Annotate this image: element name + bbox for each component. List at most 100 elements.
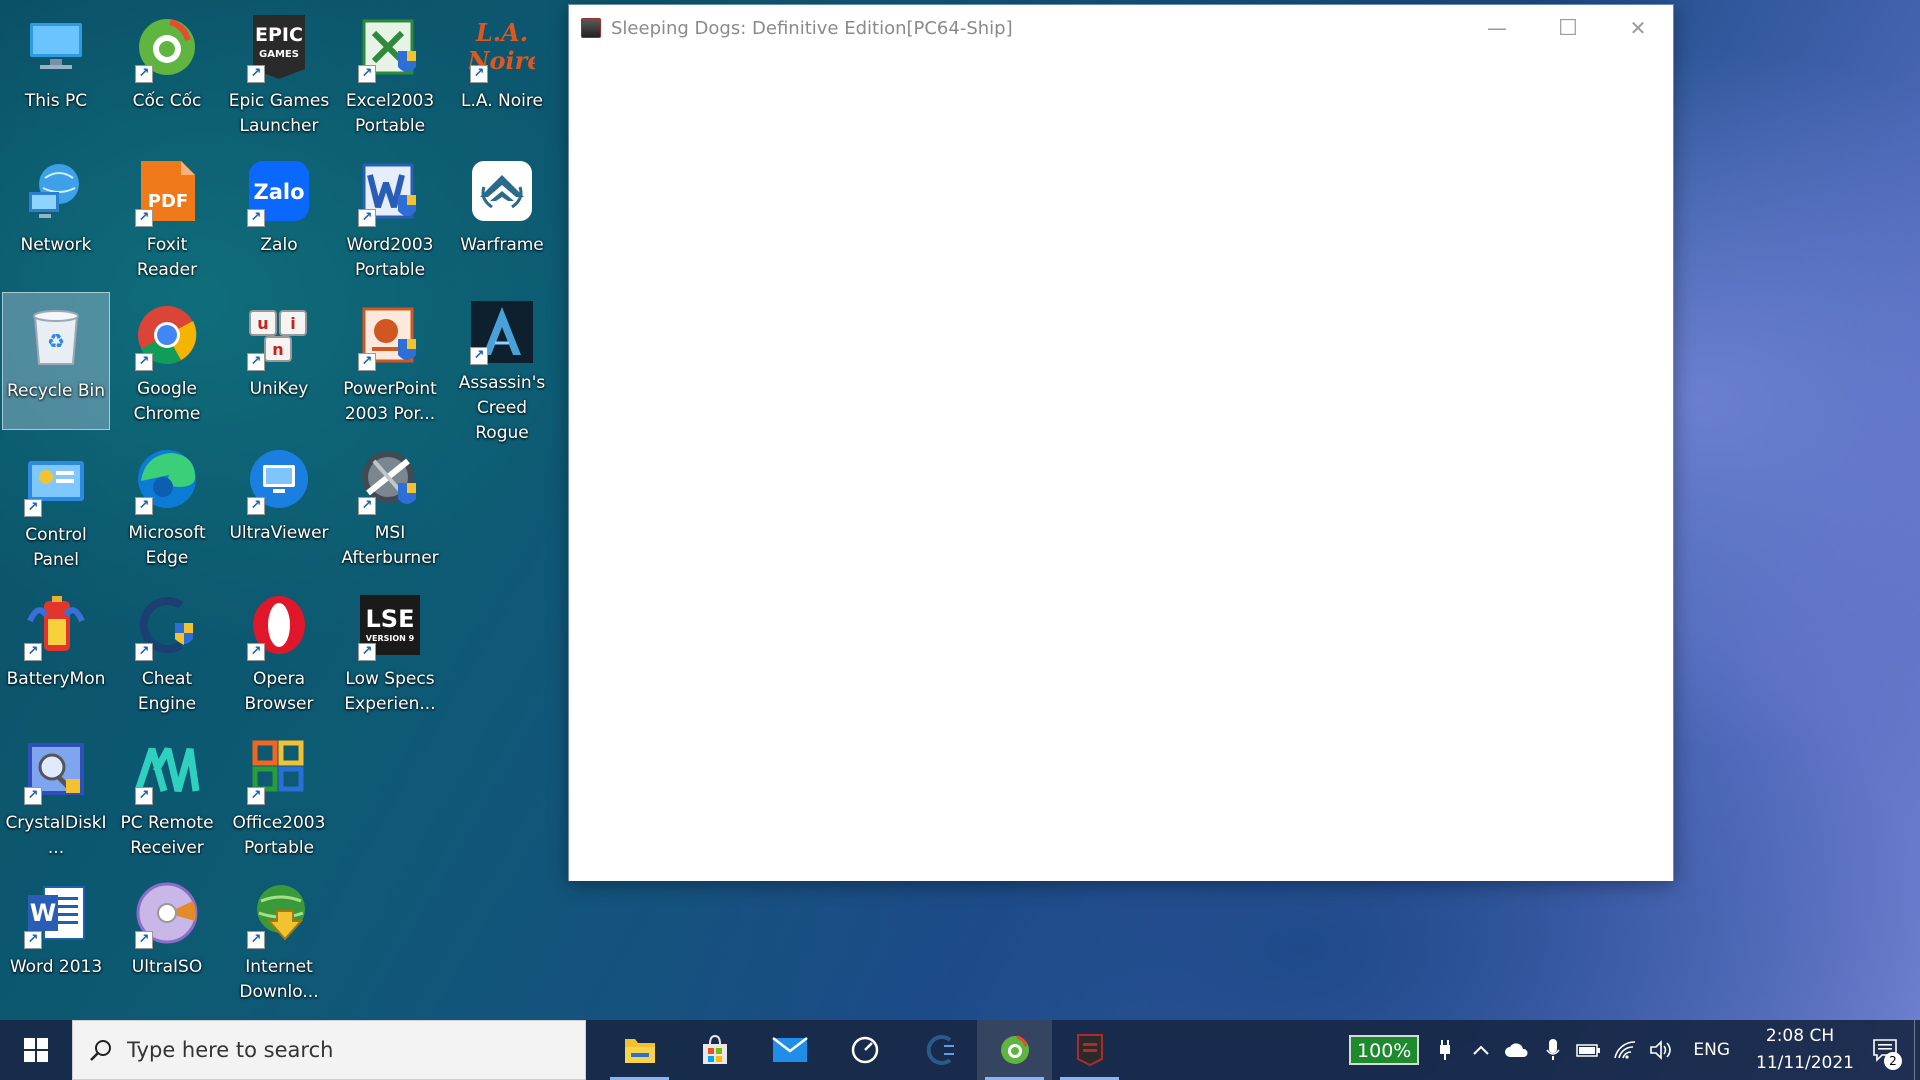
desktop-icon-low-specs-experience[interactable]: LSE VERSION 9 ↗ Low Specs Experien... xyxy=(336,580,444,718)
shortcut-arrow-icon: ↗ xyxy=(24,787,42,805)
desktop-icon-label: BatteryMon xyxy=(6,669,106,689)
maximize-button[interactable]: ☐ xyxy=(1533,5,1603,51)
ultraviewer-icon: ↗ xyxy=(243,443,315,515)
desktop-icon-cheat-engine[interactable]: ↗ Cheat Engine xyxy=(113,580,221,718)
desktop-icon-opera-browser[interactable]: ↗ Opera Browser xyxy=(225,580,333,718)
msi-afterburner-icon xyxy=(851,1036,878,1064)
desktop-icon-epic-games-launcher[interactable]: EPIC GAMES ↗ Epic Games Launcher xyxy=(225,2,333,140)
desktop-icon-coc-coc[interactable]: ↗ Cốc Cốc xyxy=(113,2,221,140)
input-language-indicator[interactable]: ENG xyxy=(1679,1040,1744,1060)
desktop-icon-excel2003-portable[interactable]: ↗ Excel2003 Portable xyxy=(336,2,444,140)
shortcut-arrow-icon: ↗ xyxy=(135,497,153,515)
sleeping-dogs-icon xyxy=(1076,1034,1103,1067)
close-button[interactable]: ✕ xyxy=(1603,5,1673,51)
taskbar-app-file-explorer[interactable] xyxy=(602,1020,677,1080)
shortcut-arrow-icon: ↗ xyxy=(470,347,488,365)
taskbar-search-box[interactable] xyxy=(72,1020,586,1080)
app-window[interactable]: Sleeping Dogs: Definitive Edition[PC64-S… xyxy=(568,4,1674,881)
coc-coc-icon xyxy=(1000,1035,1029,1064)
taskbar-app-coc-coc[interactable] xyxy=(977,1020,1052,1080)
taskbar-apps xyxy=(602,1020,1127,1080)
network-icon xyxy=(20,155,92,227)
window-titlebar[interactable]: Sleeping Dogs: Definitive Edition[PC64-S… xyxy=(569,5,1673,51)
desktop-icon-recycle-bin[interactable]: ♻ Recycle Bin xyxy=(2,292,110,430)
desktop-icon-microsoft-edge[interactable]: ↗ Microsoft Edge xyxy=(113,434,221,572)
desktop-icon-control-panel[interactable]: ↗ Control Panel xyxy=(2,436,110,574)
onedrive-cloud-icon[interactable] xyxy=(1499,1020,1535,1080)
chevron-up-icon[interactable] xyxy=(1463,1020,1499,1080)
desktop-icon-pc-remote-receiver[interactable]: ↗ PC Remote Receiver xyxy=(113,724,221,862)
wifi-icon[interactable] xyxy=(1607,1020,1643,1080)
start-button[interactable] xyxy=(0,1020,72,1080)
excel2003-icon: ↗ xyxy=(354,11,426,83)
taskbar-app-sleeping-dogs[interactable] xyxy=(1052,1020,1127,1080)
microphone-icon[interactable] xyxy=(1535,1020,1571,1080)
desktop-icon-label: This PC xyxy=(24,91,88,111)
crystaldiskinfo-icon: ↗ xyxy=(20,733,92,805)
foxit-reader-icon: PDF ↗ xyxy=(131,155,203,227)
taskbar-app-mail[interactable] xyxy=(752,1020,827,1080)
desktop-icon-warframe[interactable]: Warframe xyxy=(448,146,556,284)
desktop-icon-crystaldiskinfo[interactable]: ↗ CrystalDiskI... xyxy=(2,724,110,862)
warframe-icon xyxy=(466,155,538,227)
desktop-icon-network[interactable]: Network xyxy=(2,146,110,284)
desktop-icon-label: Cốc Cốc xyxy=(132,91,202,111)
desktop-icon-label: Microsoft Edge xyxy=(128,523,206,568)
desktop-icon-la-noire[interactable]: L.A.Noire ↗ L.A. Noire xyxy=(448,2,556,140)
desktop-icon-internet-download-manager[interactable]: ↗ Internet Downlo... xyxy=(225,868,333,1006)
notification-count-badge: 2 xyxy=(1884,1052,1902,1070)
pc-remote-receiver-icon: ↗ xyxy=(131,733,203,805)
desktop-icon-label: Zalo xyxy=(260,235,298,255)
shortcut-arrow-icon: ↗ xyxy=(247,65,265,83)
desktop-icon-word-2013[interactable]: W ↗ Word 2013 xyxy=(2,868,110,1006)
desktop-icon-batterymon[interactable]: ↗ BatteryMon xyxy=(2,580,110,718)
search-input[interactable] xyxy=(127,1038,547,1062)
desktop-icon-unikey[interactable]: u in ↗ UniKey xyxy=(225,290,333,428)
desktop-icon-msi-afterburner[interactable]: ↗ MSI Afterburner xyxy=(336,434,444,572)
desktop-icon-ultraiso[interactable]: ↗ UltraISO xyxy=(113,868,221,1006)
desktop-icon-ultraviewer[interactable]: ↗ UltraViewer xyxy=(225,434,333,572)
zalo-glyph: Zalo xyxy=(253,180,304,204)
clock-date: 11/11/2021 xyxy=(1756,1053,1854,1073)
desktop-icon-this-pc[interactable]: This PC xyxy=(2,2,110,140)
system-tray: 100% ENG 2:08 CH 11/11/2021 2 xyxy=(1349,1020,1920,1080)
shortcut-arrow-icon: ↗ xyxy=(24,643,42,661)
desktop-icon-assassins-creed-rogue[interactable]: ↗ Assassin's Creed Rogue xyxy=(448,290,556,443)
shortcut-arrow-icon: ↗ xyxy=(358,643,376,661)
shortcut-arrow-icon: ↗ xyxy=(247,931,265,949)
desktop-icon-label: Word 2013 xyxy=(9,957,103,977)
taskbar-app-cheat-engine[interactable] xyxy=(902,1020,977,1080)
desktop-icon-label: Control Panel xyxy=(25,525,87,570)
shortcut-arrow-icon: ↗ xyxy=(358,65,376,83)
desktop-icon-foxit-reader[interactable]: PDF ↗ Foxit Reader xyxy=(113,146,221,284)
minimize-button[interactable]: — xyxy=(1462,5,1532,51)
desktop-icon-powerpoint2003-portable[interactable]: ↗ PowerPoint 2003 Por... xyxy=(336,290,444,428)
la-glyph: L.A. xyxy=(475,18,528,47)
show-desktop-button[interactable] xyxy=(1914,1020,1920,1080)
office2003-icon: ↗ xyxy=(243,733,315,805)
low-specs-experience-icon: LSE VERSION 9 ↗ xyxy=(354,589,426,661)
taskbar-app-msi-afterburner[interactable] xyxy=(827,1020,902,1080)
shortcut-arrow-icon: ↗ xyxy=(135,931,153,949)
taskbar-clock[interactable]: 2:08 CH 11/11/2021 xyxy=(1744,1023,1856,1077)
shortcut-arrow-icon: ↗ xyxy=(247,643,265,661)
desktop-icon-office2003-portable[interactable]: ↗ Office2003 Portable xyxy=(225,724,333,862)
taskbar-app-microsoft-store[interactable] xyxy=(677,1020,752,1080)
shortcut-arrow-icon: ↗ xyxy=(24,499,42,517)
shortcut-arrow-icon: ↗ xyxy=(358,353,376,371)
shortcut-arrow-icon: ↗ xyxy=(247,787,265,805)
desktop-icon-label: Google Chrome xyxy=(133,379,201,424)
desktop-icon-label: Epic Games Launcher xyxy=(228,91,330,136)
volume-icon[interactable] xyxy=(1643,1020,1679,1080)
battery-percent-badge[interactable]: 100% xyxy=(1349,1035,1420,1065)
power-plug-icon[interactable] xyxy=(1427,1020,1463,1080)
desktop-icon-label: Warframe xyxy=(460,235,544,255)
desktop-icon-label: Excel2003 Portable xyxy=(345,91,435,136)
desktop-icon-google-chrome[interactable]: ↗ Google Chrome xyxy=(113,290,221,428)
desktop-icon-label: Opera Browser xyxy=(244,669,314,714)
desktop-icon-word2003-portable[interactable]: ↗ Word2003 Portable xyxy=(336,146,444,284)
clock-time: 2:08 CH xyxy=(1765,1026,1835,1046)
action-center-button[interactable]: 2 xyxy=(1856,1020,1914,1080)
battery-icon[interactable] xyxy=(1571,1020,1607,1080)
desktop-icon-zalo[interactable]: Zalo ↗ Zalo xyxy=(225,146,333,284)
